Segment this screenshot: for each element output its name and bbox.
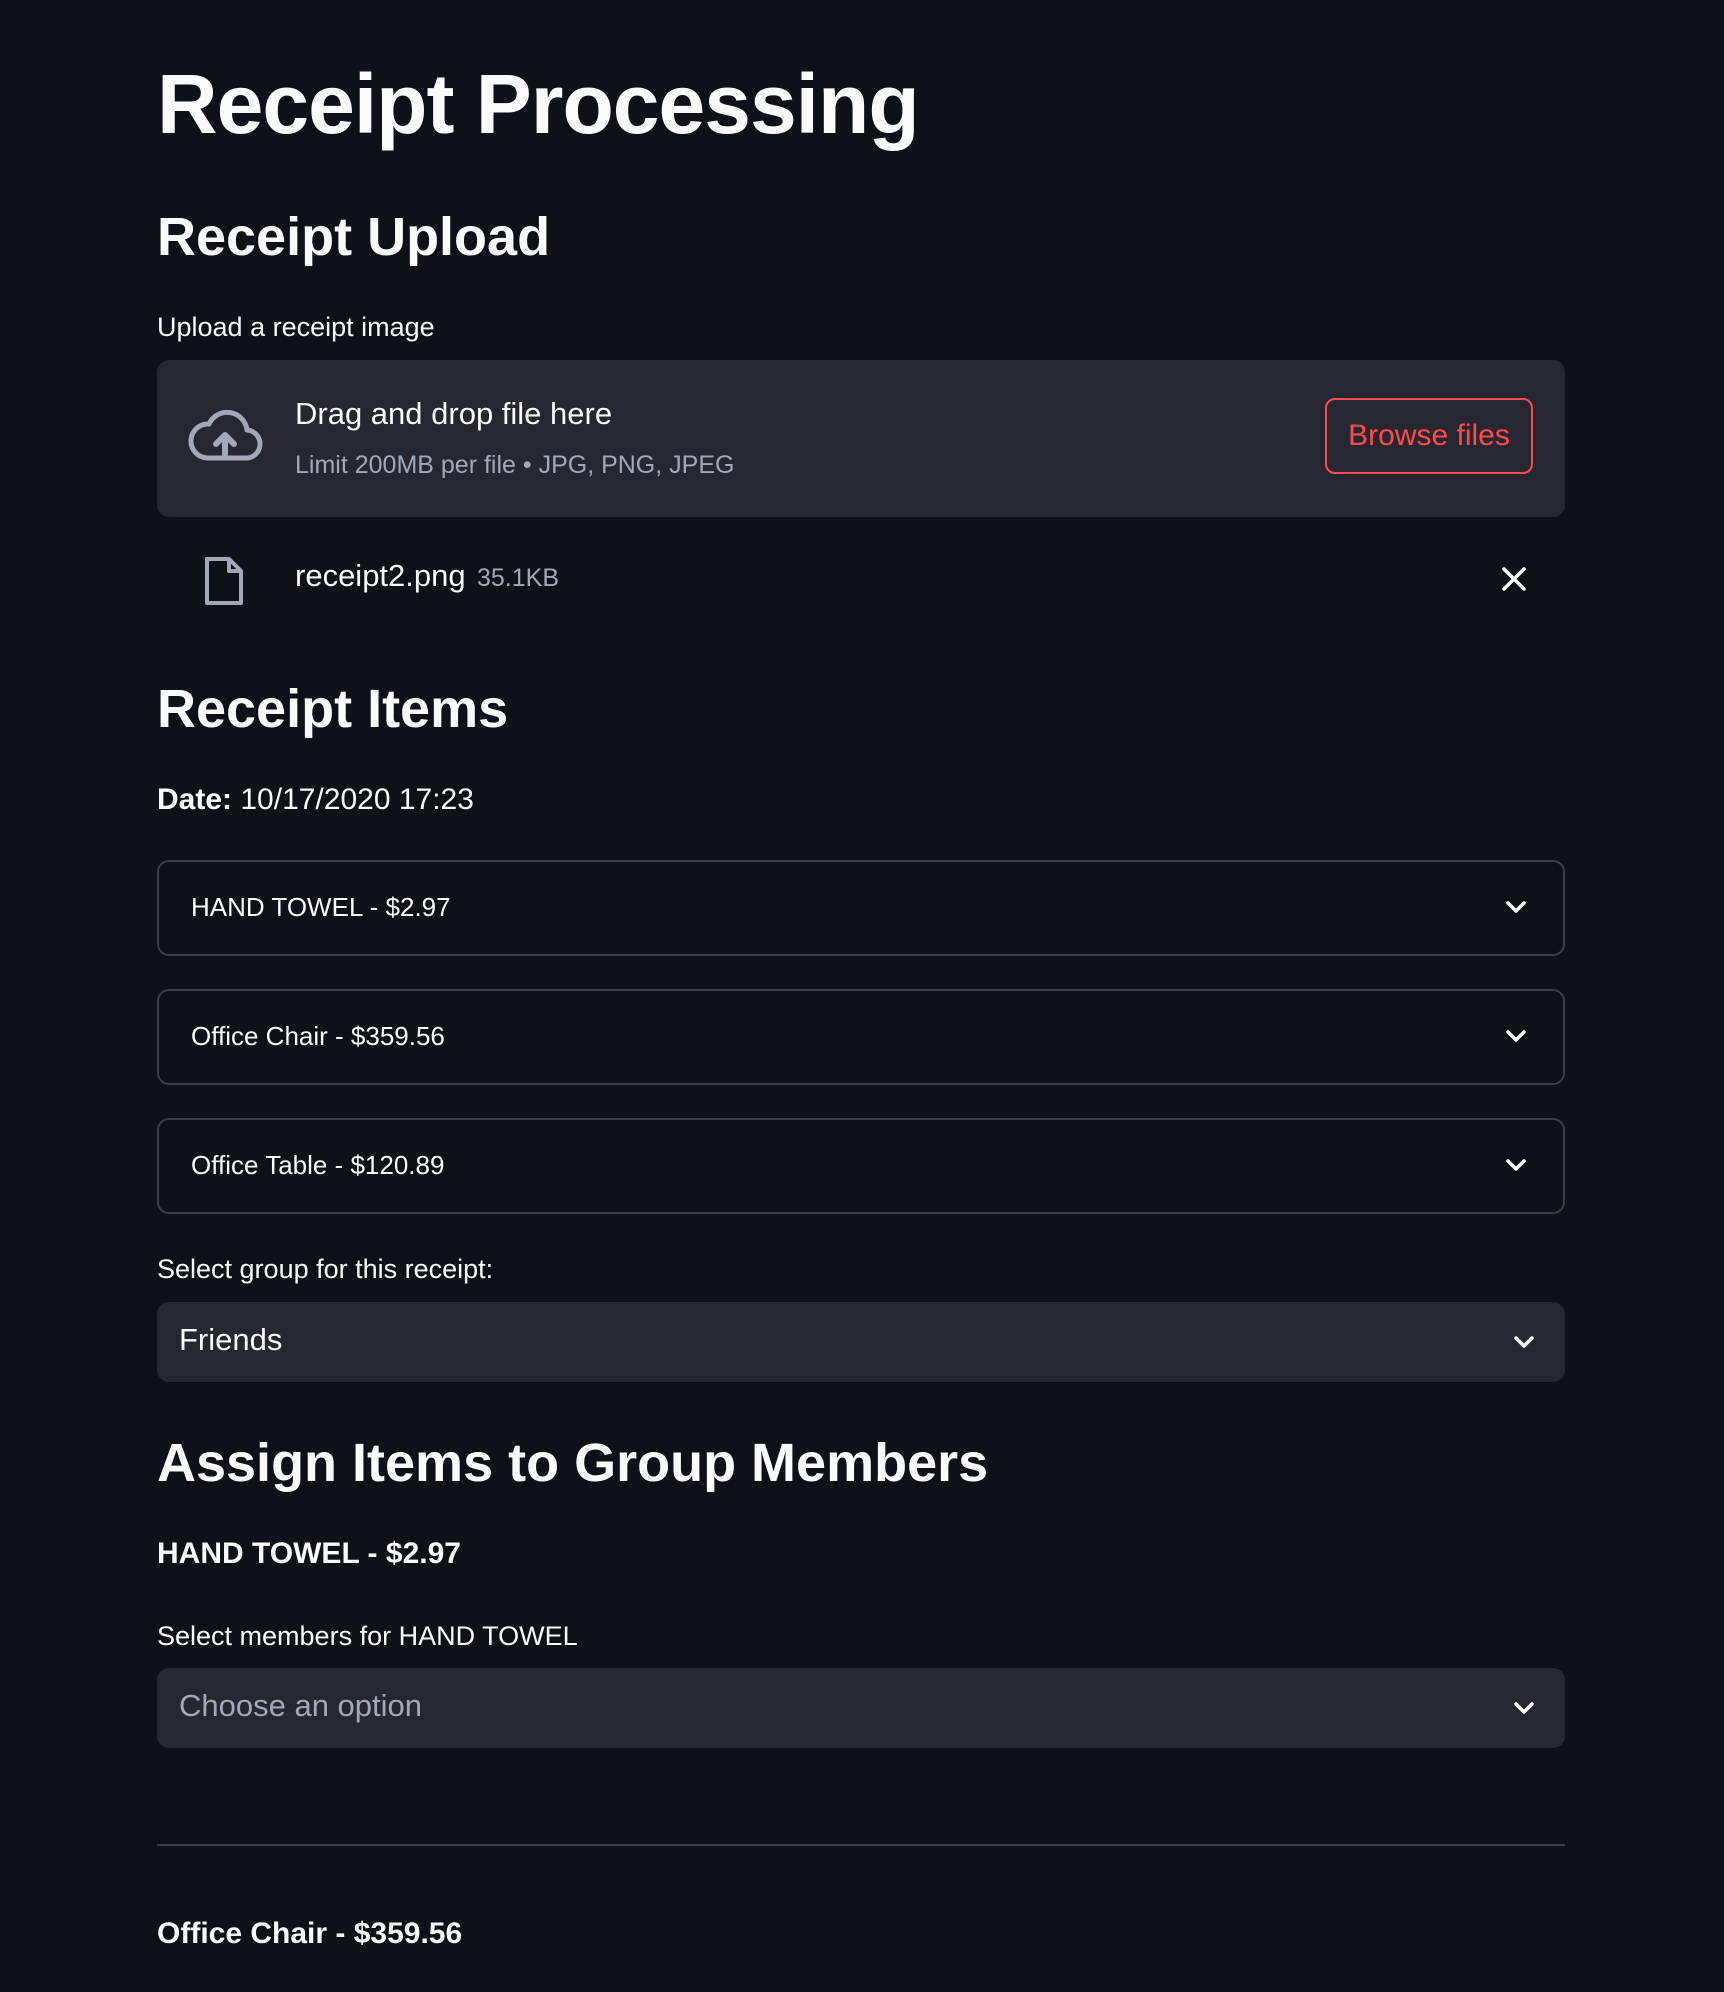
upload-heading: Receipt Upload: [157, 207, 551, 267]
browse-files-button[interactable]: Browse files: [1325, 398, 1533, 474]
members-select-placeholder: Choose an option: [179, 1688, 423, 1723]
uploaded-file: receipt2.png 35.1KB: [157, 548, 1565, 614]
divider: [157, 1844, 1565, 1846]
chevron-down-icon: [1514, 1336, 1534, 1348]
page-title: Receipt Processing: [157, 57, 920, 151]
members-multiselect[interactable]: Choose an option: [157, 1668, 1565, 1748]
upload-label: Upload a receipt image: [157, 312, 435, 342]
file-size: 35.1KB: [477, 564, 560, 592]
dropzone-title: Drag and drop file here: [295, 396, 613, 431]
date-label: Date:: [157, 783, 233, 816]
chevron-down-icon: [1506, 1030, 1526, 1042]
group-select-label: Select group for this receipt:: [157, 1254, 494, 1284]
cloud-upload-icon: [188, 409, 263, 461]
group-select-value: Friends: [179, 1322, 283, 1357]
members-select-label: Select members for HAND TOWEL: [157, 1621, 578, 1651]
assign-item-title: HAND TOWEL - $2.97: [157, 1537, 461, 1570]
expander-item[interactable]: HAND TOWEL - $2.97: [157, 860, 1565, 956]
chevron-down-icon: [1506, 901, 1526, 913]
date-value: 10/17/2020 17:23: [240, 783, 474, 816]
expander-item[interactable]: Office Table - $120.89: [157, 1118, 1565, 1214]
items-heading: Receipt Items: [157, 679, 509, 739]
expander-label: HAND TOWEL - $2.97: [191, 892, 451, 922]
assign-heading: Assign Items to Group Members: [157, 1433, 989, 1493]
chevron-down-icon: [1514, 1702, 1534, 1714]
chevron-down-icon: [1506, 1159, 1526, 1171]
assign-item-title: Office Chair - $359.56: [157, 1917, 463, 1950]
app-main: Receipt Processing Receipt Upload Upload…: [0, 0, 1724, 1992]
file-icon: [205, 557, 243, 605]
dropzone-hint: Limit 200MB per file • JPG, PNG, JPEG: [295, 451, 735, 479]
group-select[interactable]: Friends: [157, 1302, 1565, 1382]
file-name: receipt2.png: [295, 558, 466, 593]
expander-label: Office Table - $120.89: [191, 1150, 445, 1180]
close-icon[interactable]: [1499, 564, 1529, 594]
expander-label: Office Chair - $359.56: [191, 1021, 445, 1051]
file-dropzone[interactable]: Drag and drop file here Limit 200MB per …: [157, 360, 1565, 517]
expander-item[interactable]: Office Chair - $359.56: [157, 989, 1565, 1085]
receipt-date: Date: 10/17/2020 17:23: [157, 783, 474, 817]
